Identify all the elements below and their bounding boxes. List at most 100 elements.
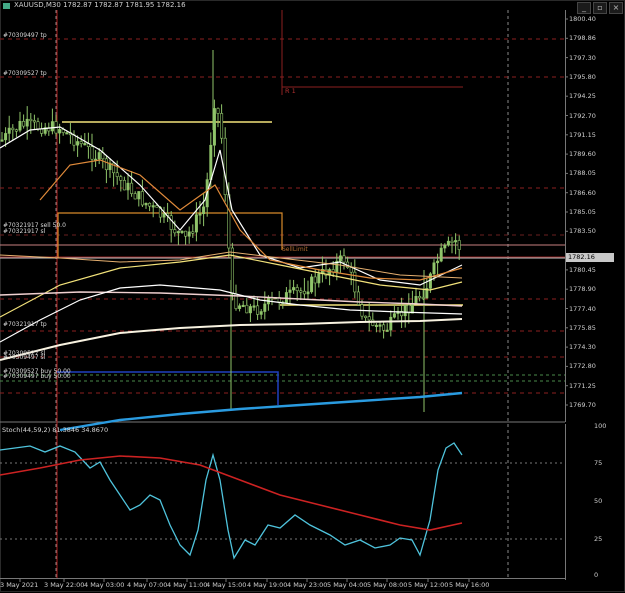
price-axis-label: 1777.40 — [569, 304, 596, 313]
candle-body — [403, 304, 407, 317]
oscillator-title: Stoch(44,59,2) 81.3846 34.8670 — [2, 426, 109, 434]
price-axis[interactable] — [565, 10, 625, 422]
candle-body — [378, 324, 382, 327]
candle-body — [364, 315, 368, 318]
price-axis-label: 1788.05 — [569, 169, 596, 178]
candle-body — [176, 231, 180, 234]
time-axis-label: 5 May 08:00 — [367, 581, 408, 589]
candle-body — [248, 306, 252, 314]
candle-body — [392, 313, 396, 318]
candle-body — [306, 291, 310, 295]
price-chart-canvas[interactable] — [0, 0, 625, 592]
time-axis-label: 5 May 12:00 — [408, 581, 449, 589]
candle-body — [122, 180, 126, 191]
candle-body — [241, 304, 245, 308]
candle-body — [223, 137, 227, 196]
candle-body — [25, 118, 29, 127]
candle-body — [83, 143, 87, 146]
time-axis-label: 5 May 04:00 — [327, 581, 368, 589]
oscillator-level-label: 75 — [594, 459, 603, 467]
candle-body — [414, 296, 418, 304]
price-axis-label: 1789.60 — [569, 150, 596, 159]
candle-body — [140, 191, 144, 206]
price-axis-label: 1795.80 — [569, 72, 596, 81]
candle-body — [58, 129, 62, 134]
buy-zone-box — [57, 371, 279, 405]
oscillator-level-label: 50 — [594, 497, 603, 505]
oscillator-level-label: 100 — [594, 422, 607, 430]
candle-body — [151, 205, 155, 208]
candle-body — [184, 230, 188, 237]
candle-body — [191, 231, 195, 234]
candle-body — [457, 240, 461, 250]
candle-body — [187, 231, 191, 237]
candle-body — [130, 182, 134, 194]
price-axis-label: 1769.70 — [569, 401, 596, 409]
candle-body — [410, 303, 414, 314]
candle-body — [295, 287, 299, 292]
candle-body — [198, 213, 202, 216]
candle-body — [389, 316, 393, 331]
candle-body — [119, 176, 123, 181]
candle-body — [11, 127, 15, 131]
candle-body — [382, 324, 386, 331]
candle-body — [115, 172, 119, 177]
price-axis-label: 1800.40 — [569, 15, 596, 23]
candle-body — [36, 121, 40, 130]
current-price-tag: 1782.16 — [566, 253, 614, 262]
candle-body — [454, 240, 458, 243]
time-axis-label: 4 May 03:00 — [84, 581, 125, 589]
candle-body — [263, 303, 267, 312]
candle-body — [436, 260, 440, 264]
candle-body — [65, 132, 69, 135]
candle-body — [317, 273, 321, 284]
price-axis-label: 1774.30 — [569, 343, 596, 352]
candle-body — [14, 129, 18, 132]
price-axis-label: 1772.80 — [569, 362, 596, 371]
order-label: #70321917 sl — [3, 228, 46, 235]
oscillator-level-label: 0 — [594, 571, 599, 579]
time-axis-label: 4 May 15:00 — [206, 581, 247, 589]
candle-body — [220, 113, 224, 139]
sell-limit-label: SellLimit — [282, 246, 308, 253]
candle-body — [76, 141, 80, 146]
price-axis-label: 1794.25 — [569, 92, 596, 101]
candle-body — [252, 305, 256, 308]
mt4-chart-window[interactable]: XAUUSD,M30 1782.87 1782.87 1781.95 1782.… — [0, 0, 625, 592]
candle-body — [79, 141, 83, 144]
time-axis-label: 4 May 19:00 — [247, 581, 288, 589]
candle-body — [302, 290, 306, 295]
order-label: #70309497 tp — [3, 32, 47, 39]
order-label: #70309497 sl — [3, 354, 46, 361]
candle-body — [338, 255, 342, 262]
candle-body — [104, 158, 108, 171]
candle-body — [432, 262, 436, 275]
price-axis-label: 1791.15 — [569, 130, 596, 139]
candle-body — [367, 316, 371, 321]
candle-body — [4, 133, 8, 141]
candle-body — [227, 194, 231, 249]
candle-body — [72, 134, 76, 146]
price-axis-label: 1785.05 — [569, 208, 596, 216]
candle-body — [288, 289, 292, 293]
candle-body — [162, 213, 166, 218]
candle-body — [349, 267, 353, 273]
candle-body — [439, 247, 443, 262]
candle-body — [212, 108, 216, 146]
price-axis-label: 1778.90 — [569, 285, 596, 294]
candle-body — [180, 230, 184, 233]
candle-body — [32, 120, 36, 123]
candle-body — [18, 120, 22, 131]
price-axis-label: 1783.50 — [569, 227, 596, 236]
candle-body — [0, 139, 4, 142]
candle-body — [292, 287, 296, 291]
candle-body — [173, 229, 177, 234]
candle-body — [443, 244, 447, 249]
candle-body — [256, 305, 260, 315]
candle-body — [310, 276, 314, 293]
candle-body — [133, 193, 137, 200]
candle-body — [245, 304, 249, 314]
candle-body — [169, 215, 173, 230]
candle-body — [446, 240, 450, 246]
candle-body — [450, 240, 454, 243]
